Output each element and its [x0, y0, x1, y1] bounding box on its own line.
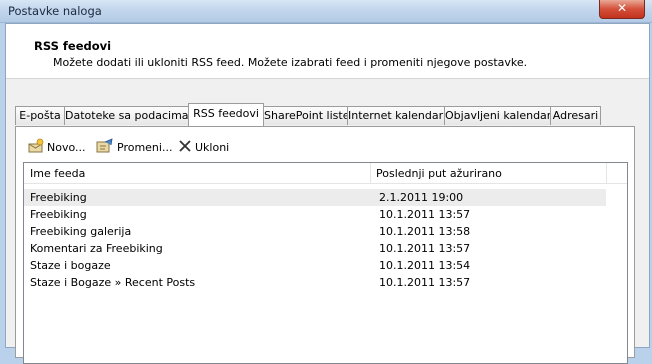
feed-name-cell: Staze i bogaze — [30, 259, 111, 272]
rss-feeds-panel: Novo... Promeni... Ukloni Ime feeda Posl… — [15, 126, 635, 364]
last-updated-cell: 10.1.2011 13:57 — [379, 276, 471, 289]
remove-button[interactable]: Ukloni — [178, 138, 229, 156]
feed-name-cell: Komentari za Freebiking — [30, 242, 163, 255]
tab-rss-feeds[interactable]: RSS feedovi — [188, 103, 264, 126]
last-updated-cell: 10.1.2011 13:58 — [379, 225, 471, 238]
dialog-body: RSS feedovi Možete dodati ili ukloniti R… — [5, 23, 650, 364]
remove-button-label: Ukloni — [195, 140, 230, 154]
feed-name-cell: Staze i Bogaze » Recent Posts — [30, 276, 196, 289]
feed-list: Ime feeda Poslednji put ažurirano Freebi… — [23, 162, 628, 364]
remove-icon — [178, 139, 192, 156]
last-updated-cell: 10.1.2011 13:57 — [379, 242, 471, 255]
column-header-last-updated[interactable]: Poslednji put ažurirano — [376, 167, 502, 180]
table-row[interactable]: Freebiking 10.1.2011 13:57 — [24, 206, 606, 223]
tab-sharepoint-lists[interactable]: SharePoint liste — [263, 106, 349, 125]
tab-data-files[interactable]: Datoteke sa podacima — [64, 106, 189, 125]
dialog-header: RSS feedovi Možete dodati ili ukloniti R… — [6, 24, 649, 79]
feed-name-cell: Freebiking — [30, 208, 87, 221]
last-updated-cell: 10.1.2011 13:54 — [379, 259, 471, 272]
column-divider[interactable] — [606, 163, 607, 183]
window-title: Postavke naloga — [8, 4, 102, 18]
tab-internet-calendars[interactable]: Internet kalendari — [347, 106, 446, 125]
tab-published-calendars[interactable]: Objavljeni kalendari — [444, 106, 554, 125]
close-button[interactable]: ✕ — [599, 0, 645, 19]
new-button-label: Novo... — [47, 140, 86, 154]
change-button[interactable]: Promeni... — [96, 137, 173, 157]
tab-address-books[interactable]: Adresari — [550, 106, 601, 125]
title-bar: Postavke naloga ✕ — [0, 0, 652, 23]
column-divider[interactable] — [370, 163, 371, 183]
last-updated-cell: 2.1.2011 19:00 — [379, 191, 464, 204]
list-header: Ime feeda Poslednji put ažurirano — [24, 163, 627, 184]
table-row[interactable]: Komentari za Freebiking 10.1.2011 13:57 — [24, 240, 606, 257]
table-row[interactable]: Staze i Bogaze » Recent Posts 10.1.2011 … — [24, 274, 606, 291]
new-feed-icon — [28, 138, 44, 157]
header-title: RSS feedovi — [34, 39, 112, 53]
tab-email[interactable]: E-pošta — [15, 106, 65, 125]
table-row[interactable]: Staze i bogaze 10.1.2011 13:54 — [24, 257, 606, 274]
last-updated-cell: 10.1.2011 13:57 — [379, 208, 471, 221]
column-header-feed-name[interactable]: Ime feeda — [30, 167, 85, 180]
change-button-label: Promeni... — [117, 140, 173, 154]
change-feed-icon — [96, 137, 114, 157]
feed-name-cell: Freebiking — [30, 191, 87, 204]
table-row[interactable]: Freebiking galerija 10.1.2011 13:58 — [24, 223, 606, 240]
table-row[interactable]: Freebiking 2.1.2011 19:00 — [24, 189, 606, 206]
new-button[interactable]: Novo... — [28, 138, 86, 156]
feed-name-cell: Freebiking galerija — [30, 225, 132, 238]
header-description: Možete dodati ili ukloniti RSS feed. Mož… — [53, 56, 528, 69]
